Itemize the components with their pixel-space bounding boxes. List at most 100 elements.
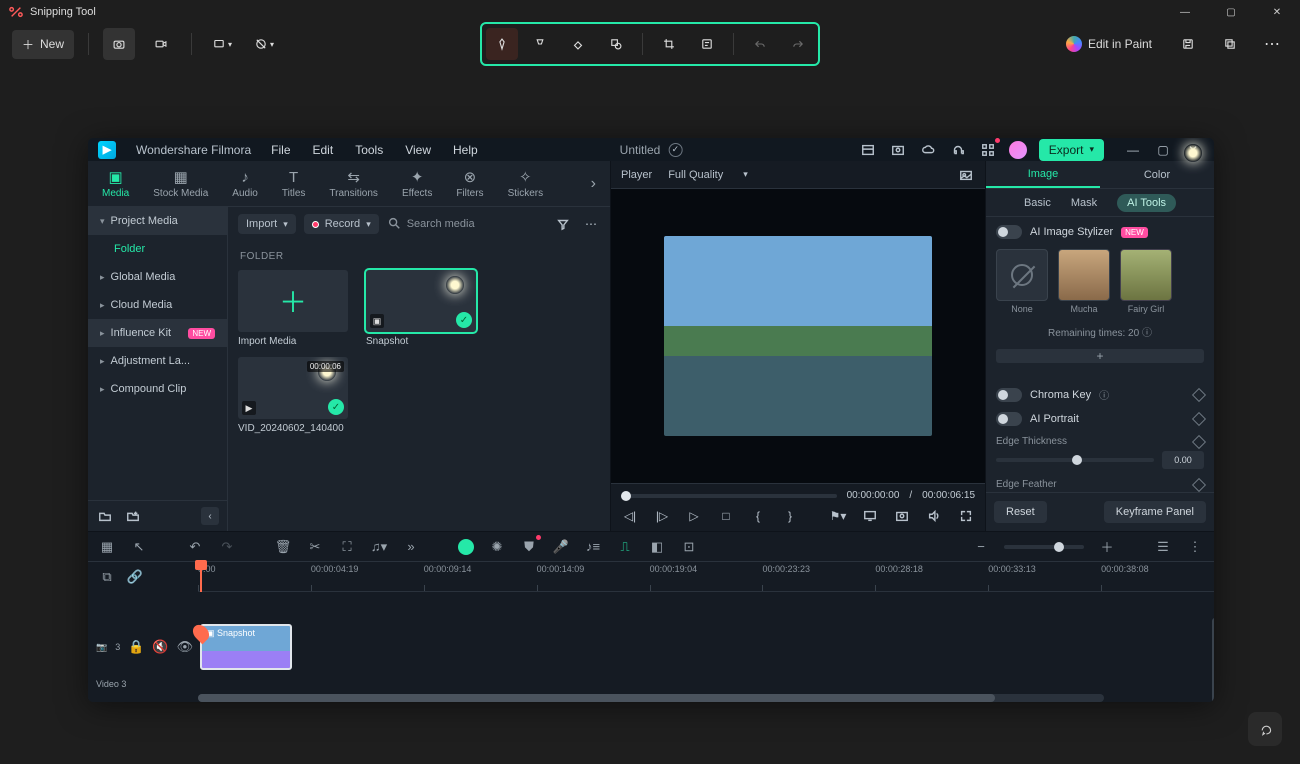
side-adjustment[interactable]: ▸Adjustment La... [88, 347, 227, 375]
reset-button[interactable]: Reset [994, 501, 1047, 523]
apps-icon[interactable] [979, 141, 997, 159]
search-input[interactable]: Search media [387, 216, 546, 233]
crop-tool[interactable] [653, 28, 685, 60]
tab-stock-media[interactable]: ▦Stock Media [153, 168, 208, 199]
tl-marker-icon[interactable]: ◧ [648, 538, 666, 556]
playhead[interactable] [200, 562, 202, 592]
ai-stylizer-toggle[interactable] [996, 225, 1022, 239]
tl-magnet-icon[interactable]: ⎍ [616, 538, 634, 556]
inspector-tab-image[interactable]: Image [986, 161, 1100, 188]
preview-seekbar[interactable] [621, 494, 837, 498]
timeline-hscroll[interactable] [198, 694, 1104, 702]
user-avatar[interactable] [1009, 141, 1027, 159]
ruler-tick[interactable]: 00:00:09:14 [424, 562, 537, 592]
collapse-sidebar[interactable]: ‹ [201, 507, 219, 525]
tabs-scroll-right[interactable]: › [591, 175, 596, 193]
ruler-tick[interactable]: 00:00:38:08 [1101, 562, 1214, 592]
import-dropdown[interactable]: Import▾ [238, 214, 296, 234]
chroma-toggle[interactable] [996, 388, 1022, 402]
tl-audio-icon[interactable]: ♪≡ [584, 538, 602, 556]
side-influence-kit[interactable]: ▸Influence KitNEW [88, 319, 227, 347]
marker-dropdown[interactable]: ⚑▾ [829, 507, 847, 525]
keyframe-diamond[interactable] [1192, 477, 1206, 491]
ruler-tick[interactable]: 00:00:33:13 [988, 562, 1101, 592]
ruler-tick[interactable]: 00:00:14:09 [537, 562, 650, 592]
mark-in-button[interactable]: { [749, 507, 767, 525]
ruler-tick[interactable]: 00:00:23:23 [762, 562, 875, 592]
export-button[interactable]: Export▾ [1039, 139, 1104, 161]
tl-grid-icon[interactable]: ▦ [98, 538, 116, 556]
undo-button[interactable] [744, 28, 776, 60]
mark-out-button[interactable]: } [781, 507, 799, 525]
tl-color-icon[interactable]: ✺ [488, 538, 506, 556]
tl-view-mode[interactable]: ☰ [1154, 538, 1172, 556]
copy-button[interactable] [1214, 28, 1246, 60]
win-close[interactable]: ✕ [1254, 0, 1300, 24]
zoom-slider[interactable] [1004, 545, 1084, 549]
ruler-tick[interactable]: 00:00:28:18 [875, 562, 988, 592]
zoom-in[interactable]: ＋ [1098, 538, 1116, 556]
tl-speed[interactable]: ♫▾ [370, 538, 388, 556]
step-back-button[interactable]: |▷ [653, 507, 671, 525]
tl-redo[interactable]: ↷ [218, 538, 236, 556]
edit-in-paint-button[interactable]: Edit in Paint [1056, 30, 1162, 58]
edge-thickness-slider[interactable] [996, 458, 1154, 462]
tl-mic-icon[interactable]: 🎤 [552, 538, 570, 556]
tl-undo[interactable]: ↶ [186, 538, 204, 556]
menu-file[interactable]: File [271, 143, 290, 157]
tl-link-icon[interactable]: 🔗 [126, 568, 144, 586]
tab-transitions[interactable]: ⇆Transitions [329, 168, 378, 199]
eraser-tool[interactable] [562, 28, 594, 60]
camera-mode-button[interactable] [103, 28, 135, 60]
ruler-tick[interactable]: 00:00:19:04 [650, 562, 763, 592]
info-icon[interactable]: ⓘ [1099, 387, 1109, 402]
prev-frame-button[interactable]: ◁| [621, 507, 639, 525]
keyframe-diamond[interactable] [1192, 434, 1206, 448]
side-global-media[interactable]: ▸Global Media [88, 263, 227, 291]
subtab-ai-tools[interactable]: AI Tools [1117, 194, 1176, 212]
keyframe-diamond[interactable] [1192, 412, 1206, 426]
tl-copy-icon[interactable]: ⧉ [98, 568, 116, 586]
layout-icon[interactable] [859, 141, 877, 159]
tl-more[interactable]: » [402, 538, 420, 556]
fullscreen-button[interactable] [957, 507, 975, 525]
delay-dropdown[interactable]: ▾ [248, 28, 280, 60]
display-icon[interactable] [861, 507, 879, 525]
quality-dropdown[interactable]: Full Quality▾ [662, 166, 754, 184]
filmora-maximize[interactable]: ▢ [1152, 139, 1174, 161]
tab-titles[interactable]: TTitles [282, 169, 306, 199]
tl-render-indicator[interactable] [458, 539, 474, 555]
inspector-tab-color[interactable]: Color [1100, 161, 1214, 188]
pen-tool[interactable] [486, 28, 518, 60]
tl-mask-icon[interactable]: ⛊ [520, 538, 538, 556]
menu-help[interactable]: Help [453, 143, 478, 157]
shapes-tool[interactable] [600, 28, 632, 60]
win-minimize[interactable]: — [1162, 0, 1208, 24]
new-snip-button[interactable]: ＋ New [12, 30, 74, 59]
highlighter-tool[interactable] [524, 28, 556, 60]
filmora-minimize[interactable]: — [1122, 139, 1144, 161]
text-extract-tool[interactable] [691, 28, 723, 60]
menu-edit[interactable]: Edit [313, 143, 334, 157]
tab-effects[interactable]: ✦Effects [402, 168, 432, 199]
tab-media[interactable]: ▣Media [102, 168, 129, 199]
cloud-icon[interactable] [919, 141, 937, 159]
timeline-clip[interactable]: ▣ Snapshot [200, 624, 292, 670]
side-folder[interactable]: Folder [88, 235, 227, 263]
style-mucha[interactable] [1058, 249, 1110, 301]
side-compound[interactable]: ▸Compound Clip [88, 375, 227, 403]
side-project-media[interactable]: ▾Project Media [88, 207, 227, 235]
filter-icon[interactable] [554, 215, 572, 233]
style-none[interactable] [996, 249, 1048, 301]
tl-delete[interactable]: 🗑 [274, 538, 292, 556]
menu-view[interactable]: View [405, 143, 431, 157]
record-dropdown[interactable]: Record▾ [304, 214, 379, 234]
redo-button[interactable] [782, 28, 814, 60]
zoom-out[interactable]: − [972, 538, 990, 556]
new-folder-icon[interactable] [96, 507, 114, 525]
preview-image[interactable] [664, 236, 932, 436]
keyframe-diamond[interactable] [1192, 387, 1206, 401]
play-button[interactable]: ▷ [685, 507, 703, 525]
ruler-tick[interactable]: 00:00:04:19 [311, 562, 424, 592]
ruler-tick[interactable]: 0:00 [198, 562, 311, 592]
